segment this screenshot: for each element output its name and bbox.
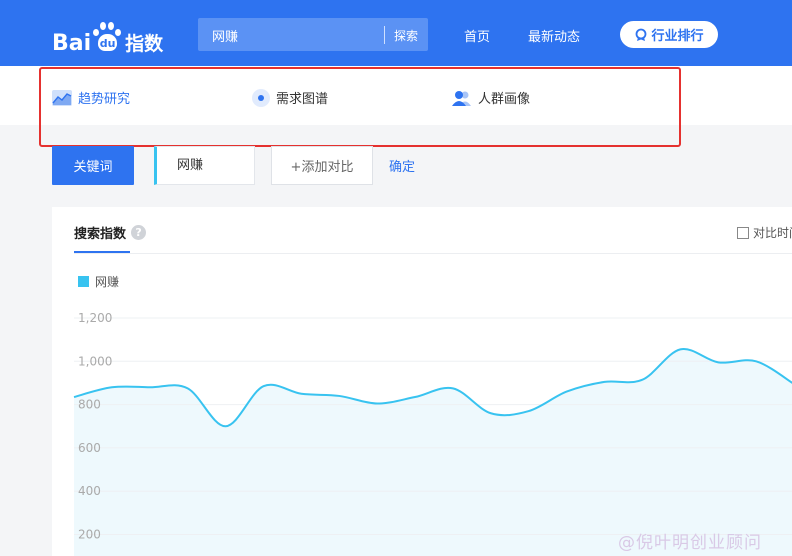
tab-demand-label: 需求图谱 [276, 92, 329, 107]
tab-trend-research[interactable]: 趋势研究 [52, 88, 130, 107]
search-index-chart[interactable]: 1,200 1,000 800 600 400 200 [52, 207, 792, 556]
y-tick-label: 400 [78, 484, 101, 498]
search-input[interactable]: 网赚 [212, 26, 238, 45]
search-divider [384, 26, 385, 44]
logo-text-right: 指数 [125, 33, 164, 55]
baidu-index-logo[interactable]: Bai du 指数 [52, 20, 163, 56]
y-tick-label: 200 [78, 528, 101, 542]
logo-text-left: Bai [52, 31, 92, 56]
add-compare-button[interactable]: +添加对比 [271, 146, 373, 185]
keyword-field[interactable]: 网赚 [154, 146, 255, 185]
tab-demand-graph[interactable]: 需求图谱 [252, 88, 328, 107]
logo-paw-text: du [98, 34, 118, 51]
trend-chart-icon [52, 89, 72, 106]
series-area [74, 349, 792, 556]
tab-crowd-portrait[interactable]: 人群画像 [452, 88, 530, 107]
industry-rank-label: 行业排行 [651, 29, 704, 44]
search-index-card: 搜索指数 ? 对比时间 网赚 1,2001,000800600400200 [52, 207, 792, 556]
medal-icon [636, 28, 647, 41]
industry-rank-button[interactable]: 行业排行 [620, 21, 718, 48]
y-tick-label: 800 [78, 398, 101, 412]
tab-trend-label: 趋势研究 [78, 92, 131, 107]
search-box[interactable]: 网赚 探索 [198, 18, 428, 51]
target-icon [252, 88, 270, 107]
confirm-link[interactable]: 确定 [389, 156, 415, 175]
nav-news-link[interactable]: 最新动态 [528, 26, 580, 45]
y-tick-label: 600 [78, 441, 101, 455]
feature-tabs-bar: 趋势研究 需求图谱 人群画像 [0, 66, 792, 125]
keyword-button[interactable]: 关键词 [52, 146, 134, 185]
explore-button[interactable]: 探索 [394, 27, 418, 44]
tab-crowd-label: 人群画像 [478, 92, 531, 107]
y-tick-label: 1,200 [78, 311, 112, 325]
paw-icon: du [92, 22, 122, 56]
nav-home-link[interactable]: 首页 [464, 26, 490, 45]
watermark-text: @倪叶明创业顾问 [618, 533, 762, 553]
top-header: Bai du 指数 网赚 探索 首页 最新动态 行业排行 [0, 0, 792, 66]
y-tick-label: 1,000 [78, 354, 112, 368]
people-icon [452, 90, 471, 106]
